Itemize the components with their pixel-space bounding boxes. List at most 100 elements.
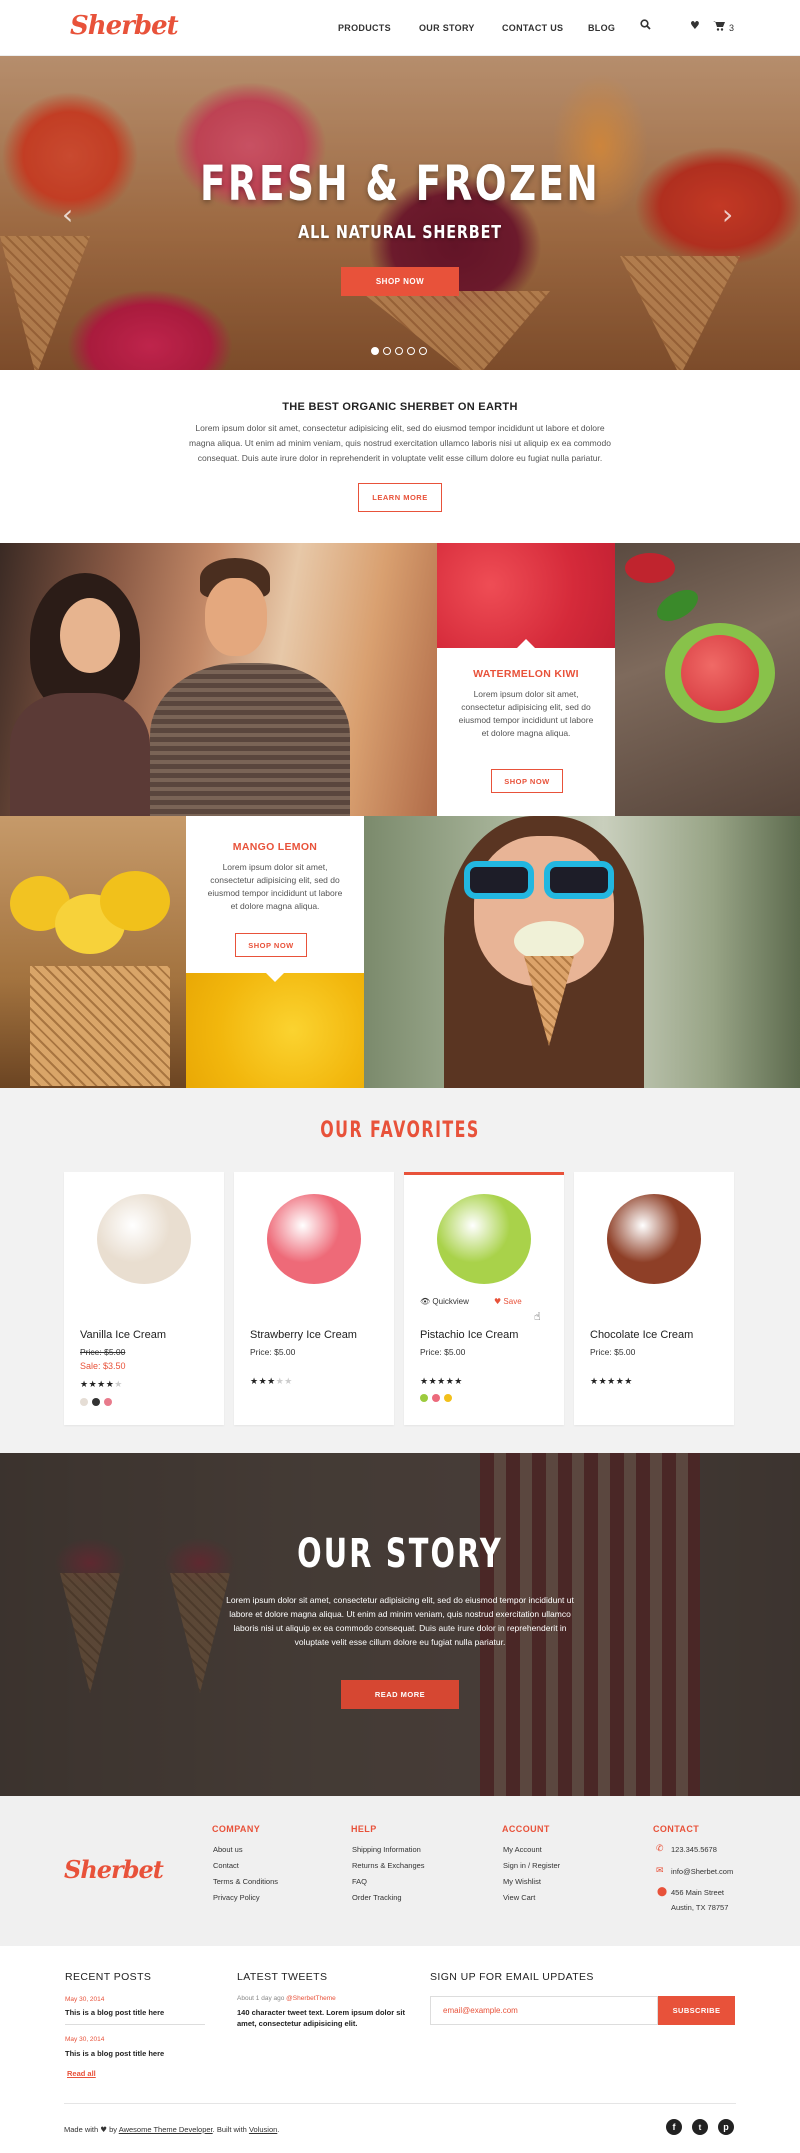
read-more-button[interactable]: READ MORE bbox=[341, 1680, 459, 1709]
post-title[interactable]: This is a blog post title here bbox=[65, 2008, 164, 2017]
color-swatch[interactable] bbox=[104, 1398, 112, 1406]
heart-icon: ♥ bbox=[494, 1297, 502, 1306]
product-name[interactable]: Vanilla Ice Cream bbox=[80, 1329, 166, 1341]
search-icon[interactable] bbox=[640, 19, 651, 34]
save-button[interactable]: ♥ Save bbox=[494, 1297, 522, 1306]
product-card[interactable]: Chocolate Ice Cream Price: $5.00 ★★★★★ bbox=[574, 1172, 734, 1425]
author-link[interactable]: Awesome Theme Developer bbox=[119, 2125, 213, 2134]
story-text: Lorem ipsum dolor sit amet, consectetur … bbox=[226, 1595, 574, 1647]
facebook-icon[interactable]: f bbox=[666, 2119, 682, 2135]
star-rating: ★★★★★ bbox=[420, 1377, 463, 1387]
cart-count: 3 bbox=[729, 23, 735, 33]
intro-title: THE BEST ORGANIC SHERBET ON EARTH bbox=[282, 401, 518, 413]
header: Sherbet PRODUCTS OUR STORY CONTACT US BL… bbox=[0, 0, 800, 56]
footer-link-my-account[interactable]: My Account bbox=[503, 1845, 542, 1854]
contact-address-line1: 456 Main Street bbox=[671, 1888, 724, 1897]
couple-photo bbox=[0, 543, 437, 816]
nav-products[interactable]: PRODUCTS bbox=[338, 23, 391, 33]
product-card[interactable]: Vanilla Ice Cream Price: $5.00 Sale: $3.… bbox=[64, 1172, 224, 1425]
slider-dot[interactable] bbox=[419, 347, 427, 355]
product-image[interactable] bbox=[97, 1194, 191, 1284]
divider bbox=[64, 2103, 736, 2104]
footer-link-view-cart[interactable]: View Cart bbox=[503, 1893, 535, 1902]
slider-dot[interactable] bbox=[395, 347, 403, 355]
footer-link-sign-in[interactable]: Sign in / Register bbox=[503, 1861, 560, 1870]
subscribe-button[interactable]: SUBSCRIBE bbox=[658, 1996, 735, 2025]
post-date: May 30, 2014 bbox=[65, 1996, 105, 2003]
product-price: Price: $5.00 bbox=[250, 1347, 296, 1357]
twitter-icon[interactable]: t bbox=[692, 2119, 708, 2135]
footer-link-about[interactable]: About us bbox=[213, 1845, 243, 1854]
volusion-link[interactable]: Volusion bbox=[249, 2125, 277, 2134]
footer-link-returns[interactable]: Returns & Exchanges bbox=[352, 1861, 425, 1870]
nav-contact-us[interactable]: CONTACT US bbox=[502, 23, 563, 33]
nav-blog[interactable]: BLOG bbox=[588, 23, 615, 33]
quickview-button[interactable]: 👁 Quickview bbox=[420, 1297, 469, 1306]
footer-logo[interactable]: Sherbet bbox=[64, 1855, 164, 1884]
email-input[interactable] bbox=[430, 1996, 658, 2025]
color-swatch[interactable] bbox=[80, 1398, 88, 1406]
footer-contact-heading: CONTACT bbox=[653, 1824, 700, 1834]
mail-icon: ✉ bbox=[656, 1866, 664, 1876]
tweet-meta: About 1 day ago @SherbetTheme bbox=[237, 1995, 336, 2002]
footer-link-terms[interactable]: Terms & Conditions bbox=[213, 1877, 278, 1886]
post-title[interactable]: This is a blog post title here bbox=[65, 2049, 164, 2058]
product-image[interactable] bbox=[607, 1194, 701, 1284]
footer-link-order-tracking[interactable]: Order Tracking bbox=[352, 1893, 402, 1902]
footer-company-heading: COMPANY bbox=[212, 1824, 261, 1834]
tweet-handle[interactable]: @SherbetTheme bbox=[286, 1995, 336, 2002]
promo-text: Lorem ipsum dolor sit amet, consectetur … bbox=[207, 862, 343, 911]
color-swatch[interactable] bbox=[444, 1394, 452, 1402]
product-card-active[interactable]: 👁 Quickview ♥ Save ☝ Pistachio Ice Cream… bbox=[404, 1172, 564, 1425]
post-date: May 30, 2014 bbox=[65, 2036, 105, 2043]
hero-next-arrow-icon[interactable]: › bbox=[722, 198, 733, 231]
logo[interactable]: Sherbet bbox=[70, 11, 179, 41]
product-image[interactable] bbox=[267, 1194, 361, 1284]
shop-now-button[interactable]: SHOP NOW bbox=[235, 933, 307, 957]
footer-link-contact[interactable]: Contact bbox=[213, 1861, 239, 1870]
slider-dot[interactable] bbox=[383, 347, 391, 355]
hero-subtitle: ALL NATURAL SHERBET bbox=[298, 222, 502, 243]
watermelon-sherbet-photo bbox=[437, 543, 615, 648]
product-name[interactable]: Chocolate Ice Cream bbox=[590, 1329, 693, 1341]
footer-link-privacy[interactable]: Privacy Policy bbox=[213, 1893, 260, 1902]
promo-title: WATERMELON KIWI bbox=[473, 668, 579, 680]
cart-icon[interactable] bbox=[713, 20, 725, 35]
email-signup-heading: SIGN UP FOR EMAIL UPDATES bbox=[430, 1971, 594, 1983]
learn-more-button[interactable]: LEARN MORE bbox=[358, 483, 442, 512]
phone-icon: ✆ bbox=[656, 1844, 664, 1854]
shop-now-button[interactable]: SHOP NOW bbox=[491, 769, 563, 793]
favorites-title: OUR FAVORITES bbox=[320, 1118, 480, 1143]
mango-cones-photo bbox=[0, 816, 186, 1088]
color-swatch[interactable] bbox=[420, 1394, 428, 1402]
footer-link-shipping[interactable]: Shipping Information bbox=[352, 1845, 421, 1854]
promo-text: Lorem ipsum dolor sit amet, consectetur … bbox=[458, 689, 594, 738]
color-swatch[interactable] bbox=[432, 1394, 440, 1402]
slider-dot[interactable] bbox=[407, 347, 415, 355]
bowl-photo bbox=[615, 543, 800, 816]
nav-our-story[interactable]: OUR STORY bbox=[419, 23, 475, 33]
heart-icon[interactable]: ♥ bbox=[690, 19, 700, 32]
pinterest-icon[interactable]: p bbox=[718, 2119, 734, 2135]
hand-cursor-icon: ☝ bbox=[534, 1310, 541, 1323]
contact-email[interactable]: info@Sherbet.com bbox=[671, 1867, 733, 1876]
hero-shop-now-button[interactable]: SHOP NOW bbox=[341, 267, 459, 296]
footer-link-faq[interactable]: FAQ bbox=[352, 1877, 367, 1886]
contact-address-line2: Austin, TX 78757 bbox=[671, 1903, 729, 1912]
woman-icecream-photo bbox=[364, 816, 800, 1088]
product-name[interactable]: Pistachio Ice Cream bbox=[420, 1329, 518, 1341]
mango-sherbet-photo bbox=[186, 973, 364, 1088]
product-image[interactable] bbox=[437, 1194, 531, 1284]
product-card[interactable]: Strawberry Ice Cream Price: $5.00 ★★★★★ bbox=[234, 1172, 394, 1425]
star-rating: ★★★★★ bbox=[590, 1377, 633, 1387]
hero-title: FRESH & FROZEN bbox=[199, 156, 601, 212]
hero-prev-arrow-icon[interactable]: ‹ bbox=[62, 198, 73, 231]
copyright: Made with ♥ by Awesome Theme Developer. … bbox=[64, 2125, 280, 2134]
star-rating: ★★★★★ bbox=[250, 1377, 293, 1387]
product-name[interactable]: Strawberry Ice Cream bbox=[250, 1329, 357, 1341]
slider-dot[interactable] bbox=[371, 347, 379, 355]
footer-link-wishlist[interactable]: My Wishlist bbox=[503, 1877, 541, 1886]
contact-phone: 123.345.5678 bbox=[671, 1845, 717, 1854]
read-all-link[interactable]: Read all bbox=[67, 2069, 96, 2078]
color-swatch[interactable] bbox=[92, 1398, 100, 1406]
